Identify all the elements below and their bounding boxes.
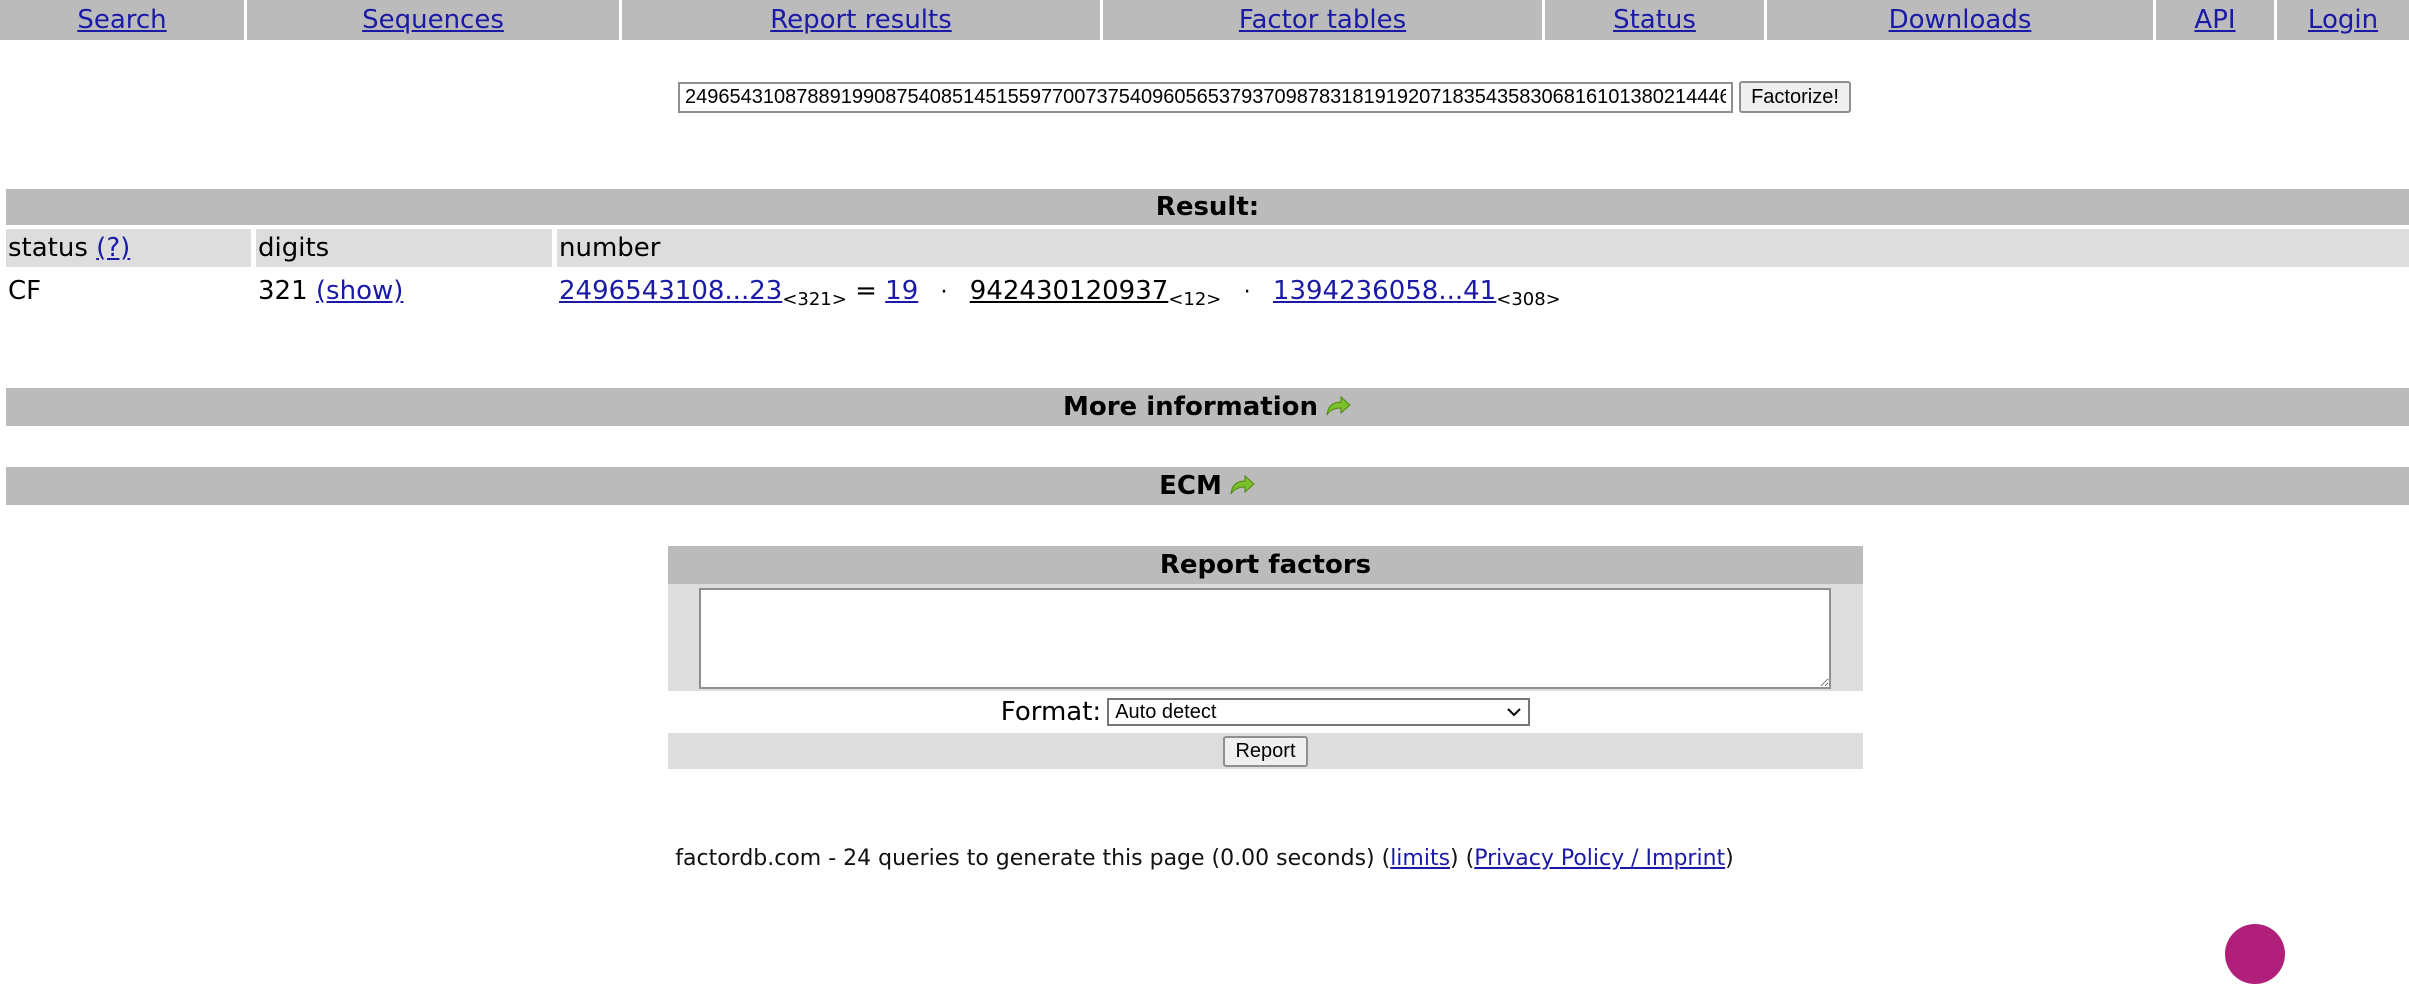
- nav-cell-factor-tables: Factor tables: [1103, 0, 1545, 40]
- footer-text: factordb.com - 24 queries to generate th…: [675, 846, 1391, 871]
- factor-size: <308>: [1496, 289, 1561, 310]
- result-row: CF 321 (show) 2496543108...23<321> = 19 …: [6, 272, 2409, 312]
- nav-link-factor-tables[interactable]: Factor tables: [1239, 5, 1406, 35]
- factorize-button[interactable]: Factorize!: [1739, 81, 1851, 113]
- footer-end: ): [1725, 846, 1734, 871]
- status-value: CF: [8, 276, 42, 306]
- digits-value: 321: [258, 276, 308, 306]
- nav-cell-login: Login: [2277, 0, 2409, 40]
- nav-link-status[interactable]: Status: [1613, 5, 1696, 35]
- format-row: Format: Auto detect: [668, 691, 1863, 733]
- report-factors-textarea[interactable]: [699, 588, 1831, 689]
- factor-link[interactable]: 942430120937: [970, 276, 1169, 306]
- more-information-bar[interactable]: More information: [6, 388, 2409, 426]
- nav-cell-report-results: Report results: [622, 0, 1103, 40]
- report-factors-panel: Report factors Format: Auto detect Repor…: [668, 546, 1863, 769]
- ecm-bar[interactable]: ECM: [6, 467, 2409, 505]
- chevron-down-icon: [1507, 708, 1521, 717]
- factor-link[interactable]: 1394236058...41: [1273, 276, 1496, 306]
- number-cell: 2496543108...23<321> = 19 · 942430120937…: [559, 272, 1561, 319]
- report-button[interactable]: Report: [1223, 735, 1308, 767]
- status-help-link[interactable]: (?): [96, 233, 130, 263]
- digits-cell: 321 (show): [258, 272, 403, 310]
- nav-cell-search: Search: [0, 0, 247, 40]
- nav-link-sequences[interactable]: Sequences: [362, 5, 504, 35]
- status-header-label: status: [8, 233, 88, 263]
- column-divider: [251, 229, 256, 267]
- show-digits-link[interactable]: (show): [316, 276, 403, 306]
- result-header-row: status (?) digits number: [6, 229, 2409, 267]
- equals-sign: =: [855, 276, 877, 306]
- page-footer: factordb.com - 24 queries to generate th…: [0, 846, 2409, 871]
- column-divider: [552, 229, 557, 267]
- expand-arrow-icon: [1230, 474, 1255, 495]
- nav-cell-status: Status: [1545, 0, 1767, 40]
- factor-link[interactable]: 19: [885, 276, 918, 306]
- result-heading: Result:: [6, 189, 2409, 225]
- limits-link[interactable]: limits: [1390, 846, 1450, 871]
- nav-cell-api: API: [2156, 0, 2277, 40]
- factorize-form: Factorize!: [678, 81, 1851, 113]
- number-size: <321>: [782, 289, 847, 310]
- number-header: number: [559, 233, 661, 263]
- nav-cell-sequences: Sequences: [247, 0, 622, 40]
- more-information-label: More information: [1062, 392, 1318, 422]
- nav-link-api[interactable]: API: [2194, 5, 2235, 35]
- status-header: status (?): [8, 229, 130, 267]
- nav-link-report-results[interactable]: Report results: [770, 5, 952, 35]
- ecm-label: ECM: [1159, 471, 1222, 501]
- multiply-sign: ·: [1243, 280, 1251, 305]
- digits-header: digits: [258, 233, 330, 263]
- factor-size: <12>: [1168, 289, 1222, 310]
- report-factors-title: Report factors: [668, 546, 1863, 584]
- footer-separator: ) (: [1450, 846, 1475, 871]
- format-select[interactable]: Auto detect: [1107, 698, 1531, 726]
- nav-cell-downloads: Downloads: [1767, 0, 2156, 40]
- nav-link-downloads[interactable]: Downloads: [1889, 5, 2032, 35]
- expand-arrow-icon: [1326, 395, 1351, 416]
- report-textarea-row: [668, 584, 1863, 691]
- nav-link-search[interactable]: Search: [77, 5, 166, 35]
- format-selected-value: Auto detect: [1115, 700, 1217, 723]
- nav-link-login[interactable]: Login: [2308, 5, 2378, 35]
- top-nav: Search Sequences Report results Factor t…: [0, 0, 2409, 40]
- number-input[interactable]: [678, 81, 1733, 113]
- report-button-row: Report: [668, 733, 1863, 769]
- number-link[interactable]: 2496543108...23: [559, 276, 782, 306]
- privacy-policy-link[interactable]: Privacy Policy / Imprint: [1474, 846, 1725, 871]
- corner-logo-icon: [2225, 924, 2285, 984]
- format-label: Format:: [1000, 697, 1102, 727]
- multiply-sign: ·: [940, 280, 948, 305]
